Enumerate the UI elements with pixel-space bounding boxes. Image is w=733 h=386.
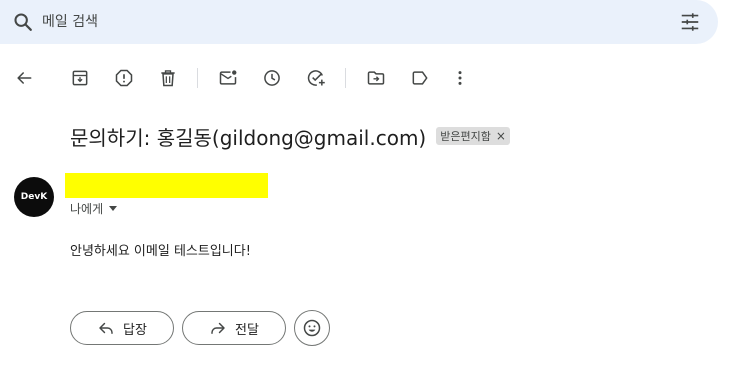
delete-icon[interactable] [156,66,180,90]
sender-name-redacted [65,173,268,198]
reply-icon [99,322,113,334]
emoji-icon [303,319,321,337]
more-icon[interactable] [448,66,472,90]
inbox-label-chip[interactable]: 받은편지함 × [436,127,510,145]
avatar[interactable]: DevK [14,177,54,217]
recipient-details-toggle[interactable]: 나에게 [70,200,118,217]
recipient-text: 나에게 [70,202,104,216]
reply-button[interactable]: 답장 [70,311,174,345]
subject-row: 문의하기: 홍길동(gildong@gmail.com) 받은편지함 × [70,121,510,151]
archive-icon[interactable] [68,66,92,90]
add-to-tasks-icon[interactable] [304,66,328,90]
toolbar-divider [345,68,346,88]
forward-button[interactable]: 전달 [182,311,286,345]
avatar-text: DevK [20,192,48,202]
email-subject: 문의하기: 홍길동(gildong@gmail.com) [70,125,427,150]
move-to-icon[interactable] [364,66,388,90]
chevron-down-icon [109,206,118,211]
label-chip-text: 받은편지함 [440,130,491,143]
search-input[interactable] [42,10,642,34]
remove-label-icon[interactable]: × [496,129,506,143]
search-icon[interactable] [12,11,34,33]
email-body: 안녕하세요 이메일 테스트입니다! [70,244,251,259]
search-bar [0,0,718,44]
mark-unread-icon[interactable] [216,66,240,90]
forward-label: 전달 [235,322,259,338]
snooze-icon[interactable] [260,66,284,90]
message-toolbar [0,60,733,96]
toolbar-divider [197,68,198,88]
emoji-reaction-button[interactable] [294,310,330,346]
forward-icon [211,322,225,334]
report-spam-icon[interactable] [112,66,136,90]
label-icon[interactable] [408,66,432,90]
tune-icon[interactable] [679,11,701,33]
reply-label: 답장 [123,322,147,338]
back-arrow-icon[interactable] [12,66,36,90]
